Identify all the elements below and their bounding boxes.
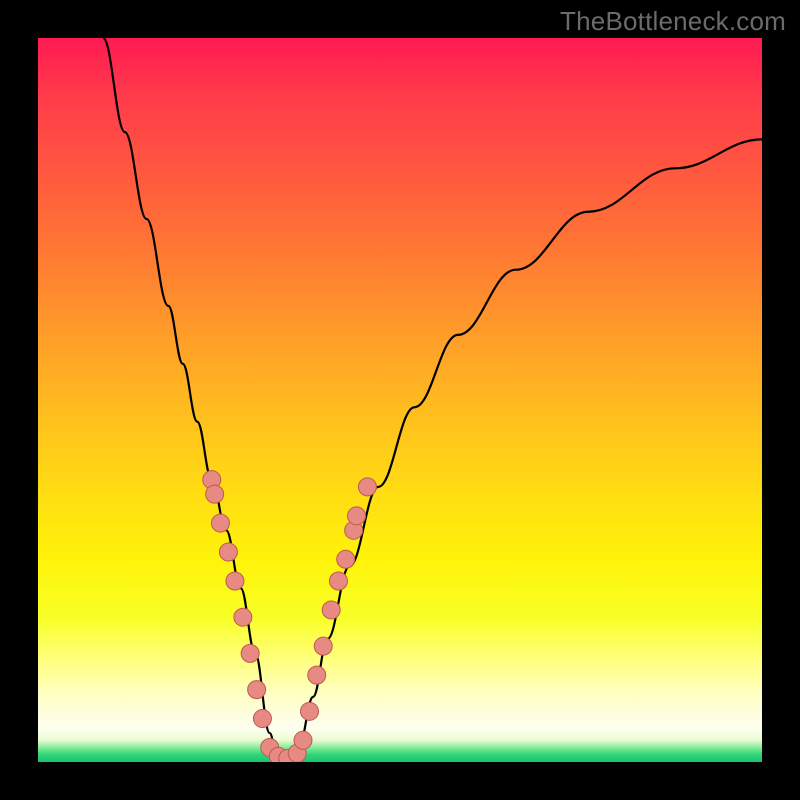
- data-dot: [308, 666, 326, 684]
- data-dot: [241, 644, 259, 662]
- curve-left-branch: [103, 38, 270, 733]
- watermark-text: TheBottleneck.com: [560, 6, 786, 37]
- data-dot: [301, 702, 319, 720]
- data-dot: [253, 710, 271, 728]
- data-dots: [203, 471, 377, 762]
- chart-plot-area: [38, 38, 762, 762]
- data-dot: [206, 485, 224, 503]
- data-dot: [358, 478, 376, 496]
- data-dot: [322, 601, 340, 619]
- data-dot: [348, 507, 366, 525]
- data-dot: [211, 514, 229, 532]
- data-dot: [337, 550, 355, 568]
- data-dot: [226, 572, 244, 590]
- chart-frame: TheBottleneck.com: [0, 0, 800, 800]
- chart-svg: [38, 38, 762, 762]
- data-dot: [219, 543, 237, 561]
- curve-group: [103, 38, 762, 762]
- data-dot: [294, 731, 312, 749]
- curve-right-branch: [299, 139, 762, 747]
- data-dot: [329, 572, 347, 590]
- data-dot: [314, 637, 332, 655]
- data-dot: [234, 608, 252, 626]
- data-dot: [248, 681, 266, 699]
